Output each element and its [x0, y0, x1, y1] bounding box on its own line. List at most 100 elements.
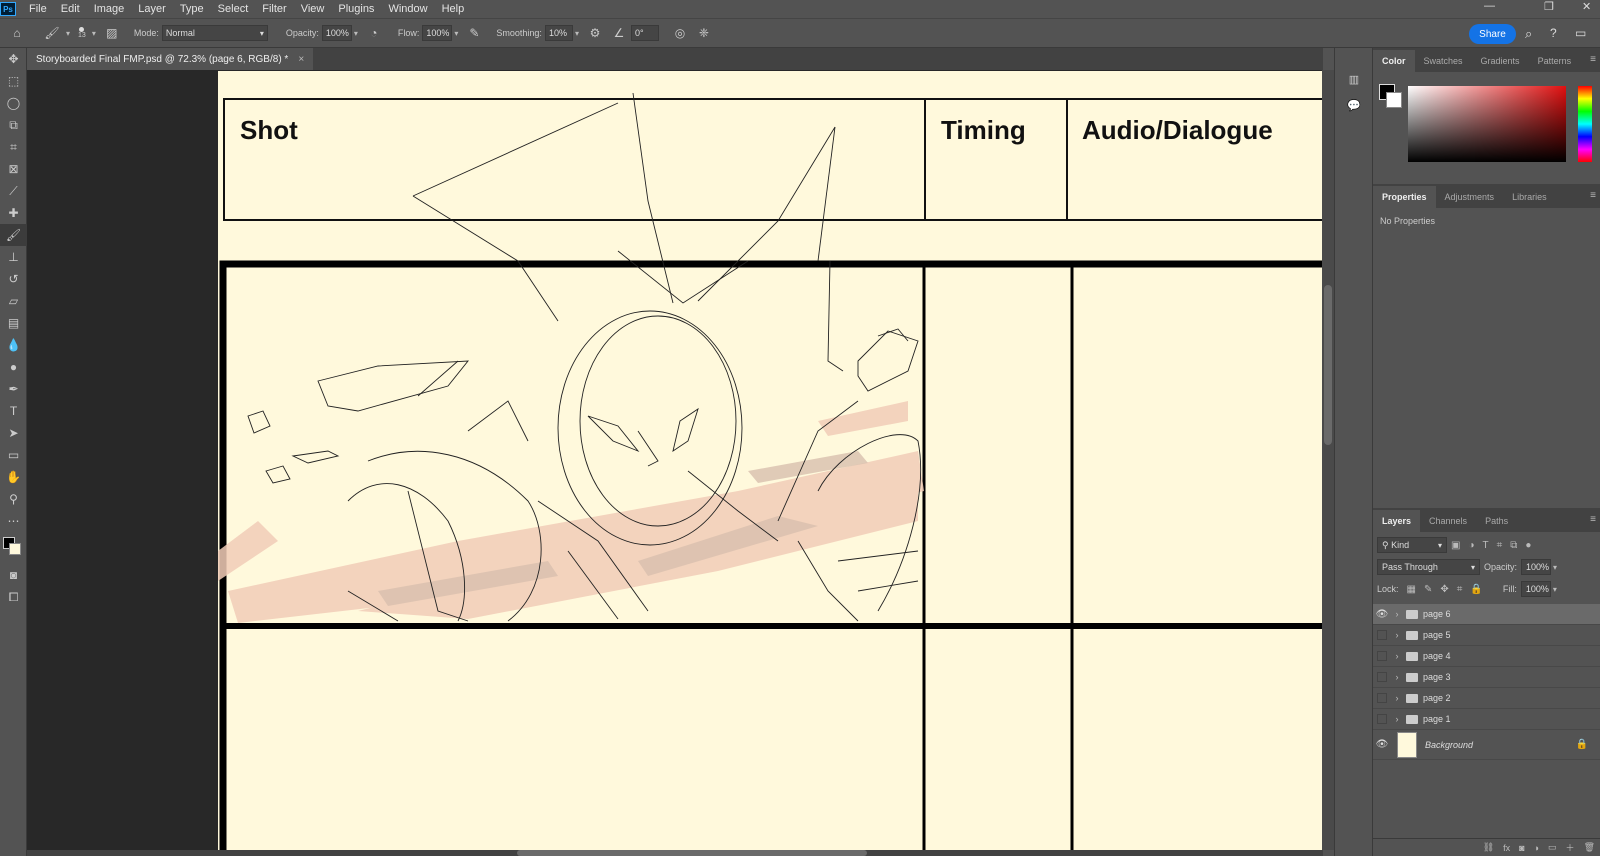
frame-tool-icon[interactable]: ⊠ — [0, 158, 27, 180]
brush-settings-icon[interactable]: ▨ — [103, 24, 121, 42]
visibility-toggle[interactable] — [1377, 651, 1387, 661]
close-window-icon[interactable]: ✕ — [1582, 0, 1591, 13]
chevron-down-icon[interactable]: ▾ — [1553, 563, 1557, 572]
rectangle-tool-icon[interactable]: ▭ — [0, 444, 27, 466]
search-icon[interactable]: ⌕ — [1525, 26, 1532, 42]
lock-artboard-icon[interactable]: ⌗ — [1457, 584, 1463, 595]
blend-mode-select[interactable]: Pass Through ▾ — [1377, 559, 1480, 575]
path-select-tool-icon[interactable]: ➤ — [0, 422, 27, 444]
menu-file[interactable]: File — [22, 0, 54, 18]
adjustment-layer-icon[interactable]: ◑ — [1534, 843, 1539, 853]
brush-preset-picker[interactable]: 13 — [78, 27, 86, 39]
smoothing-input[interactable]: 10% — [544, 25, 573, 41]
layer-opacity-input[interactable]: 100% — [1521, 559, 1552, 575]
visibility-toggle[interactable] — [1377, 693, 1387, 703]
tab-channels[interactable]: Channels — [1420, 510, 1476, 532]
type-filter-icon[interactable]: T — [1483, 540, 1489, 551]
pressure-size-icon[interactable]: ◎ — [671, 24, 689, 42]
symmetry-icon[interactable]: ❈ — [695, 24, 713, 42]
menu-image[interactable]: Image — [87, 0, 132, 18]
lock-all-icon[interactable]: 🔒 — [1470, 584, 1482, 595]
stamp-tool-icon[interactable]: ⊥ — [0, 246, 27, 268]
dodge-tool-icon[interactable]: ● — [0, 356, 27, 378]
background-color-swatch[interactable] — [1386, 92, 1402, 108]
panel-menu-icon[interactable]: ≡ — [1590, 514, 1596, 525]
workspace-icon[interactable]: ▭ — [1575, 26, 1586, 40]
type-tool-icon[interactable]: T — [0, 400, 27, 422]
chevron-right-icon[interactable]: › — [1391, 651, 1403, 661]
restore-icon[interactable]: ❐ — [1544, 0, 1554, 13]
help-icon[interactable]: ? — [1550, 26, 1557, 40]
menu-filter[interactable]: Filter — [255, 0, 293, 18]
visibility-toggle[interactable] — [1377, 672, 1387, 682]
scrollbar-thumb[interactable] — [1324, 285, 1332, 445]
tab-libraries[interactable]: Libraries — [1503, 186, 1556, 208]
layer-page-4[interactable]: › page 4 — [1373, 646, 1600, 667]
delete-layer-icon[interactable]: 🗑 — [1584, 842, 1595, 853]
visibility-toggle[interactable] — [1377, 714, 1387, 724]
quick-mask-icon[interactable]: ◙ — [0, 564, 27, 586]
chevron-down-icon[interactable]: ▾ — [454, 29, 458, 38]
lasso-tool-icon[interactable]: ◯ — [0, 92, 27, 114]
menu-view[interactable]: View — [294, 0, 332, 18]
menu-select[interactable]: Select — [211, 0, 256, 18]
chevron-right-icon[interactable]: › — [1391, 609, 1403, 619]
comments-panel-icon[interactable]: 💬 — [1342, 94, 1366, 116]
share-button[interactable]: Share — [1469, 24, 1516, 44]
filter-toggle-icon[interactable]: ● — [1525, 540, 1531, 551]
opacity-input[interactable]: 100% — [321, 25, 352, 41]
menu-edit[interactable]: Edit — [54, 0, 87, 18]
menu-window[interactable]: Window — [381, 0, 434, 18]
document-canvas[interactable]: Shot Timing Audio/Dialogue — [218, 71, 1323, 850]
tab-patterns[interactable]: Patterns — [1529, 50, 1581, 72]
tab-gradients[interactable]: Gradients — [1472, 50, 1529, 72]
eye-icon[interactable]: 👁 — [1373, 609, 1391, 620]
flow-input[interactable]: 100% — [422, 25, 453, 41]
screen-mode-icon[interactable]: ⧠ — [0, 586, 27, 608]
layer-mask-icon[interactable]: ◙ — [1519, 843, 1524, 853]
layer-page-5[interactable]: › page 5 — [1373, 625, 1600, 646]
menu-layer[interactable]: Layer — [131, 0, 173, 18]
tab-swatches[interactable]: Swatches — [1415, 50, 1472, 72]
close-tab-icon[interactable]: × — [298, 54, 304, 65]
zoom-tool-icon[interactable]: ⚲ — [0, 488, 27, 510]
pen-tool-icon[interactable]: ✒ — [0, 378, 27, 400]
chevron-right-icon[interactable]: › — [1391, 630, 1403, 640]
tab-layers[interactable]: Layers — [1373, 510, 1421, 532]
move-tool-icon[interactable]: ✥ — [0, 48, 27, 70]
link-layers-icon[interactable]: ⛓ — [1483, 842, 1494, 853]
chevron-right-icon[interactable]: › — [1391, 672, 1403, 682]
tab-adjustments[interactable]: Adjustments — [1436, 186, 1504, 208]
hand-tool-icon[interactable]: ✋ — [0, 466, 27, 488]
marquee-tool-icon[interactable]: ⬚ — [0, 70, 27, 92]
gear-icon[interactable]: ⚙ — [586, 24, 604, 42]
mode-select[interactable]: Normal ▾ — [161, 25, 268, 41]
layer-page-6[interactable]: 👁 › page 6 — [1373, 604, 1600, 625]
angle-input[interactable]: 0° — [630, 25, 659, 41]
chevron-down-icon[interactable]: ▾ — [575, 29, 579, 38]
brush-tool-icon[interactable]: 🖌 — [0, 224, 27, 246]
history-brush-tool-icon[interactable]: ↺ — [0, 268, 27, 290]
tab-paths[interactable]: Paths — [1476, 510, 1517, 532]
healing-tool-icon[interactable]: ✚ — [0, 202, 27, 224]
minimize-icon[interactable]: — — [1484, 0, 1495, 12]
chevron-down-icon[interactable]: ▾ — [66, 29, 70, 38]
eye-icon[interactable]: 👁 — [1373, 739, 1391, 750]
layer-effects-icon[interactable]: fx — [1503, 843, 1510, 853]
panel-menu-icon[interactable]: ≡ — [1590, 54, 1596, 65]
tab-color[interactable]: Color — [1373, 50, 1415, 72]
gradient-tool-icon[interactable]: ▤ — [0, 312, 27, 334]
new-layer-icon[interactable]: ＋ — [1566, 841, 1575, 854]
canvas-area[interactable]: Shot Timing Audio/Dialogue — [27, 70, 1323, 850]
chevron-down-icon[interactable]: ▾ — [1553, 585, 1557, 594]
visibility-toggle[interactable] — [1377, 630, 1387, 640]
color-picker-field[interactable] — [1408, 86, 1566, 162]
chevron-right-icon[interactable]: › — [1391, 714, 1403, 724]
blur-tool-icon[interactable]: 💧 — [0, 334, 27, 356]
crop-tool-icon[interactable]: ⌗ — [0, 136, 27, 158]
fill-input[interactable]: 100% — [1520, 581, 1551, 597]
lock-transparent-icon[interactable]: ▦ — [1407, 584, 1416, 595]
layer-page-3[interactable]: › page 3 — [1373, 667, 1600, 688]
layer-filter-select[interactable]: ⚲ Kind ▾ — [1377, 537, 1447, 553]
chevron-down-icon[interactable]: ▾ — [92, 29, 96, 38]
